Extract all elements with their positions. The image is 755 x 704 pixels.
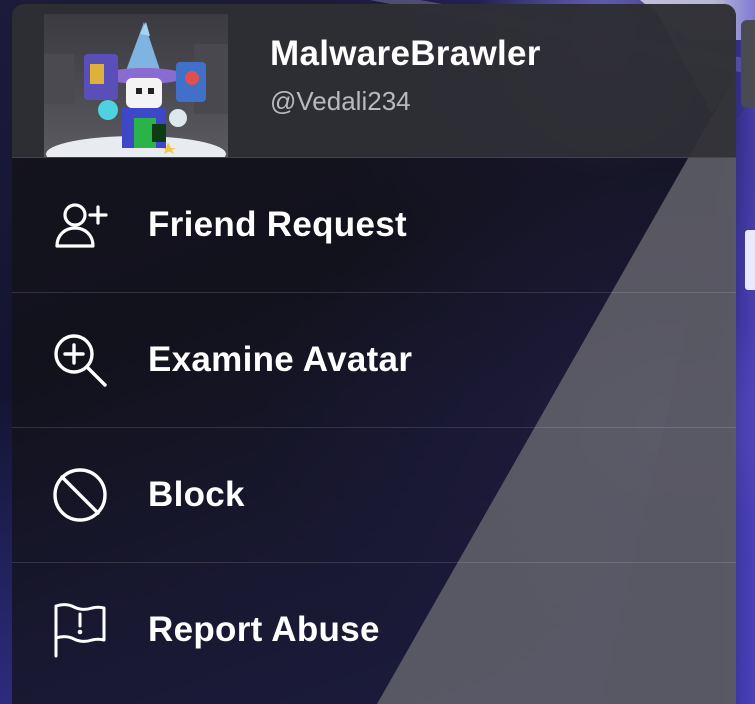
menu-item-label: Friend Request [148,205,407,244]
add-friend-icon [50,195,110,255]
background-highlight [745,230,755,290]
avatar [44,14,228,157]
display-name: MalwareBrawler [270,34,541,73]
menu-item-block[interactable]: Block [12,428,736,563]
avatar-thumbnail [44,14,228,157]
block-icon [50,465,110,525]
menu-item-label: Block [148,475,245,514]
player-context-menu: MalwareBrawler @Vedali234 Friend Request [12,4,736,704]
report-flag-icon [50,600,110,660]
game-viewport: MalwareBrawler @Vedali234 Friend Request [0,0,755,704]
menu-item-label: Examine Avatar [148,340,413,379]
menu-item-friend-request[interactable]: Friend Request [12,158,736,293]
menu-item-examine-avatar[interactable]: Examine Avatar [12,293,736,428]
username: @Vedali234 [270,86,411,116]
menu-item-report-abuse[interactable]: Report Abuse [12,563,736,697]
menu-item-label: Report Abuse [148,610,380,649]
player-identity: MalwareBrawler @Vedali234 [270,34,541,117]
zoom-in-icon [50,330,110,390]
player-header[interactable]: MalwareBrawler @Vedali234 [12,4,736,158]
background-panel-edge [741,20,755,108]
